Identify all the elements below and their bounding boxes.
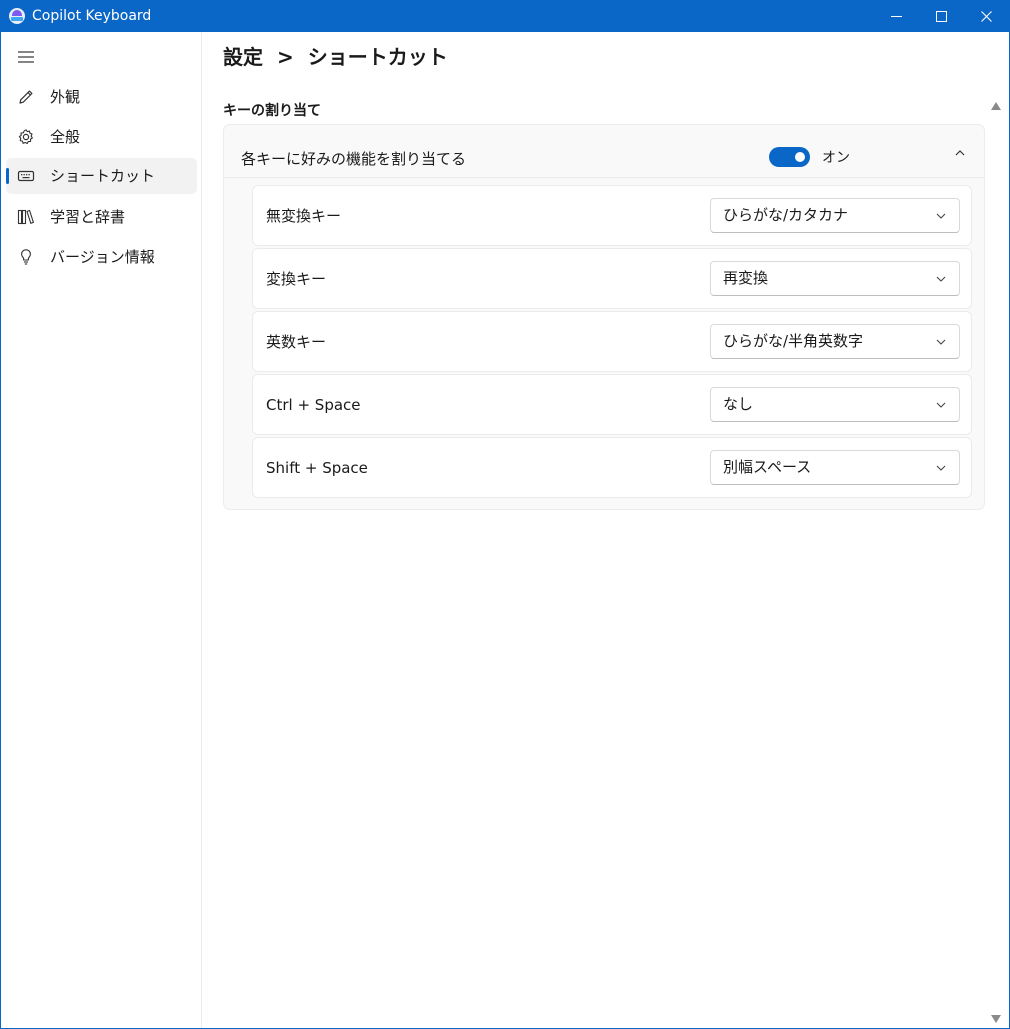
window-title: Copilot Keyboard [32, 8, 152, 24]
sidebar-item-version-info[interactable]: バージョン情報 [6, 239, 197, 275]
key-label: Shift + Space [266, 459, 368, 477]
chevron-down-icon [936, 402, 946, 408]
function-dropdown[interactable]: ひらがな/カタカナ [710, 198, 960, 233]
key-label: 変換キー [266, 270, 327, 288]
dropdown-value: ひらがな/カタカナ [723, 206, 849, 224]
dropdown-value: 再変換 [723, 269, 769, 287]
sidebar-item-general[interactable]: 全般 [6, 119, 197, 155]
chevron-up-icon [955, 150, 965, 156]
keyboard-icon [17, 170, 35, 182]
function-dropdown[interactable]: ひらがな/半角英数字 [710, 324, 960, 359]
close-button[interactable] [963, 1, 1009, 32]
pencil-icon [19, 90, 33, 104]
title-bar[interactable]: Copilot Keyboard [1, 1, 1009, 32]
dropdown-value: ひらがな/半角英数字 [723, 332, 864, 350]
key-label: Ctrl + Space [266, 396, 361, 414]
card-header[interactable]: 各キーに好みの機能を割り当てる オン [224, 125, 984, 178]
dropdown-value: なし [723, 395, 754, 413]
key-label: 無変換キー [266, 207, 342, 225]
key-row-muhenkan: 無変換キー ひらがな/カタカナ [252, 185, 972, 246]
scroll-down-arrow-icon[interactable] [990, 1014, 1002, 1024]
sidebar-item-label: 全般 [50, 128, 81, 146]
key-label: 英数キー [266, 333, 327, 351]
chevron-down-icon [936, 465, 946, 471]
close-icon [980, 11, 992, 22]
maximize-icon [935, 11, 947, 22]
key-assignment-toggle[interactable] [769, 147, 810, 167]
minimize-icon [890, 16, 902, 17]
sidebar-item-shortcuts[interactable]: ショートカット [6, 158, 197, 194]
function-dropdown[interactable]: 再変換 [710, 261, 960, 296]
sidebar-item-label: 学習と辞書 [50, 208, 126, 226]
copilot-keyboard-logo-icon [9, 8, 25, 24]
key-assignment-card: 各キーに好みの機能を割り当てる オン 無変換キー ひらがな/カタカナ 変換キー … [223, 124, 985, 510]
minimize-button[interactable] [873, 1, 919, 32]
sidebar-item-appearance[interactable]: 外観 [6, 79, 197, 115]
collapse-button[interactable] [950, 143, 970, 163]
dropdown-value: 別幅スペース [723, 458, 812, 476]
maximize-button[interactable] [918, 1, 964, 32]
breadcrumb-separator: > [277, 45, 294, 69]
breadcrumb: 設定 > ショートカット [223, 45, 448, 69]
function-dropdown[interactable]: 別幅スペース [710, 450, 960, 485]
gear-icon [18, 129, 33, 145]
key-row-ctrl-space: Ctrl + Space なし [252, 374, 972, 435]
app-window: Copilot Keyboard 外観 全般 ショートカット 学習と辞書 バージ… [0, 0, 1010, 1029]
section-title: キーの割り当て [223, 103, 321, 119]
books-icon [17, 209, 34, 225]
chevron-down-icon [936, 339, 946, 345]
breadcrumb-root[interactable]: 設定 [223, 45, 263, 69]
scroll-up-arrow-icon[interactable] [990, 101, 1002, 111]
key-row-henkan: 変換キー 再変換 [252, 248, 972, 309]
sidebar-item-label: 外観 [50, 88, 81, 106]
main-content: 設定 > ショートカット キーの割り当て 各キーに好みの機能を割り当てる オン 無変… [203, 32, 1009, 1028]
navigation-pane: 外観 全般 ショートカット 学習と辞書 バージョン情報 [1, 32, 202, 1028]
hamburger-button[interactable] [17, 49, 35, 63]
chevron-down-icon [936, 276, 946, 282]
lightbulb-icon [21, 249, 31, 265]
toggle-state-label: オン [822, 150, 850, 166]
breadcrumb-current: ショートカット [307, 45, 448, 69]
card-header-label: 各キーに好みの機能を割り当てる [241, 150, 467, 168]
sidebar-item-label: ショートカット [50, 167, 156, 185]
selection-indicator [6, 168, 9, 184]
sidebar-item-learning-dictionary[interactable]: 学習と辞書 [6, 199, 197, 235]
key-row-shift-space: Shift + Space 別幅スペース [252, 437, 972, 498]
function-dropdown[interactable]: なし [710, 387, 960, 422]
key-row-eisu: 英数キー ひらがな/半角英数字 [252, 311, 972, 372]
chevron-down-icon [936, 213, 946, 219]
hamburger-icon [18, 51, 34, 63]
sidebar-item-label: バージョン情報 [50, 248, 155, 266]
